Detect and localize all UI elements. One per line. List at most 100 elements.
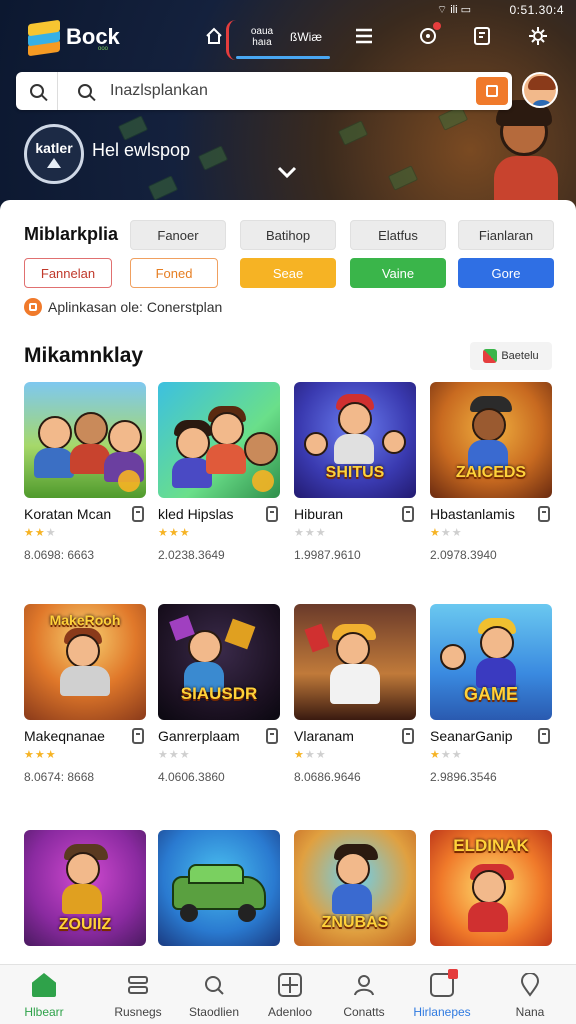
search-input[interactable] (110, 72, 470, 110)
bookmark-icon[interactable] (266, 506, 278, 522)
search-icon[interactable] (16, 72, 58, 110)
chevron-down-icon[interactable] (276, 164, 297, 184)
rating-stars: ★★★ (158, 749, 191, 761)
game-card[interactable]: ZAICEDS Hbastanlamis ★★★ 2.0978.3940 (430, 382, 552, 562)
game-thumbnail[interactable] (158, 830, 280, 946)
game-card[interactable]: ZNUBAS (294, 830, 416, 946)
document-icon[interactable] (472, 26, 492, 50)
game-thumbnail[interactable]: ZOUIIZ (24, 830, 146, 946)
section-action-button[interactable]: Baetelu (470, 342, 552, 370)
game-count: 4.0606.3860 (158, 770, 225, 784)
nav-item-add[interactable]: Adenloo (252, 965, 328, 1024)
hero-badge-text: katler (35, 140, 73, 156)
nav-item-home[interactable]: Hlbearr (6, 965, 82, 1024)
game-card[interactable]: ZOUIIZ (24, 830, 146, 946)
game-card[interactable]: SHITUS Hiburan ★★★ 1.9987.9610 (294, 382, 416, 562)
menu-icon[interactable] (354, 26, 374, 50)
game-card[interactable] (158, 830, 280, 946)
bookmark-icon[interactable] (266, 728, 278, 744)
game-logo: ELDINAK (453, 836, 529, 855)
rating-stars: ★★★ (430, 749, 463, 761)
filter-chip[interactable]: Gore (458, 258, 554, 288)
filter-chip[interactable]: Batihop (240, 220, 336, 250)
game-thumbnail[interactable]: SHITUS (294, 382, 416, 498)
nav-item-contacts[interactable]: Conatts (326, 965, 402, 1024)
bookmark-icon[interactable] (538, 728, 550, 744)
bookmark-icon[interactable] (538, 506, 550, 522)
game-card[interactable]: Koratan Mcan ★★★ 8.0698: 6663 (24, 382, 146, 562)
nav-label: Staodlien (188, 1005, 240, 1019)
content-panel: Miblarkplia Fanoer Batihop Elatfus Fianl… (0, 200, 576, 966)
filter-chip[interactable]: Seae (240, 258, 336, 288)
tab-primary[interactable]: oaua haıa (244, 26, 280, 48)
nav-label: Conatts (343, 1005, 385, 1019)
filter-chip[interactable]: Fianlaran (458, 220, 554, 250)
game-card[interactable]: ELDINAK (430, 830, 552, 946)
game-thumbnail[interactable] (158, 382, 280, 498)
game-count: 8.0674: 8668 (24, 770, 95, 784)
status-bar-icons: ⌔ ili ▭ (436, 4, 471, 16)
game-logo: GAME (464, 684, 518, 704)
category-icon (483, 349, 498, 363)
nav-label: Nana (515, 1005, 545, 1019)
game-thumbnail[interactable]: MakeRooh (24, 604, 146, 720)
game-card[interactable]: Vlaranam ★★★ 8.0686.9646 (294, 604, 416, 784)
hero-character-image (486, 100, 566, 206)
rating-stars: ★★★ (430, 527, 463, 539)
nav-item-list[interactable]: Rusnegs (100, 965, 176, 1024)
game-logo: SIAUSDR (180, 684, 258, 703)
game-name: Vlaranam (294, 728, 354, 744)
game-name: Ganrerplaam (158, 728, 240, 744)
filter-chip[interactable]: Fanoer (130, 220, 226, 250)
filter-chip[interactable]: Foned (130, 258, 218, 288)
filter-chip[interactable]: Vaine (350, 258, 446, 288)
home-icon[interactable] (204, 26, 224, 50)
tab-secondary[interactable]: ßWiæ (286, 31, 326, 43)
notification-badge (448, 969, 458, 979)
bookmark-icon[interactable] (132, 506, 144, 522)
game-card[interactable]: SIAUSDR Ganrerplaam ★★★ 4.0606.3860 (158, 604, 280, 784)
bottom-nav: Hlbearr Rusnegs Staodlien Adenloo Conatt… (0, 964, 576, 1024)
nav-indicator (226, 20, 236, 60)
nav-item-profile[interactable]: Nana (492, 965, 568, 1024)
game-logo: ZNUBAS (321, 914, 389, 931)
game-logo: ZAICEDS (455, 464, 527, 481)
notification-dot (433, 22, 441, 30)
game-thumbnail[interactable]: ELDINAK (430, 830, 552, 946)
app-logo-icon[interactable] (26, 18, 62, 57)
game-count: 2.9896.3546 (430, 770, 497, 784)
game-count: 2.0978.3940 (430, 548, 497, 562)
game-thumbnail[interactable]: SIAUSDR (158, 604, 280, 720)
game-card[interactable]: MakeRooh Makeqnanae ★★★ 8.0674: 8668 (24, 604, 146, 784)
rating-stars: ★★★ (24, 749, 57, 761)
nav-item-messages[interactable]: Hirlanepes (404, 965, 480, 1024)
filter-chip[interactable]: Elatfus (350, 220, 446, 250)
game-name: Koratan Mcan (24, 506, 112, 522)
bookmark-icon[interactable] (402, 506, 414, 522)
game-thumbnail[interactable]: ZAICEDS (430, 382, 552, 498)
nav-item-search[interactable]: Staodlien (176, 965, 252, 1024)
add-icon (278, 973, 302, 997)
top-bar: Bock ooo ⌔ ili ▭ 0:51.30:4 oaua haıa ßWi… (0, 0, 576, 66)
search-submit-button[interactable] (476, 77, 508, 105)
app-brand-sub: ooo (98, 46, 109, 52)
user-icon (352, 973, 376, 997)
game-card[interactable]: GAME SeanarGanip ★★★ 2.9896.3546 (430, 604, 552, 784)
game-thumbnail[interactable]: GAME (430, 604, 552, 720)
bookmark-icon[interactable] (402, 728, 414, 744)
bookmark-icon[interactable] (132, 728, 144, 744)
money-decoration (147, 175, 179, 201)
hero-badge[interactable]: katler (24, 124, 84, 184)
game-thumbnail[interactable]: ZNUBAS (294, 830, 416, 946)
settings-icon[interactable] (528, 26, 548, 50)
info-icon (24, 298, 42, 316)
game-card[interactable]: kled Hipslas ★★★ 2.0238.3649 (158, 382, 280, 562)
game-count: 1.9987.9610 (294, 548, 361, 562)
game-thumbnail[interactable] (24, 382, 146, 498)
search-icon (202, 973, 226, 997)
avatar[interactable] (522, 72, 558, 108)
filter-chip[interactable]: Fannelan (24, 258, 112, 288)
money-decoration (387, 165, 419, 191)
game-thumbnail[interactable] (294, 604, 416, 720)
rating-stars: ★★★ (24, 527, 57, 539)
